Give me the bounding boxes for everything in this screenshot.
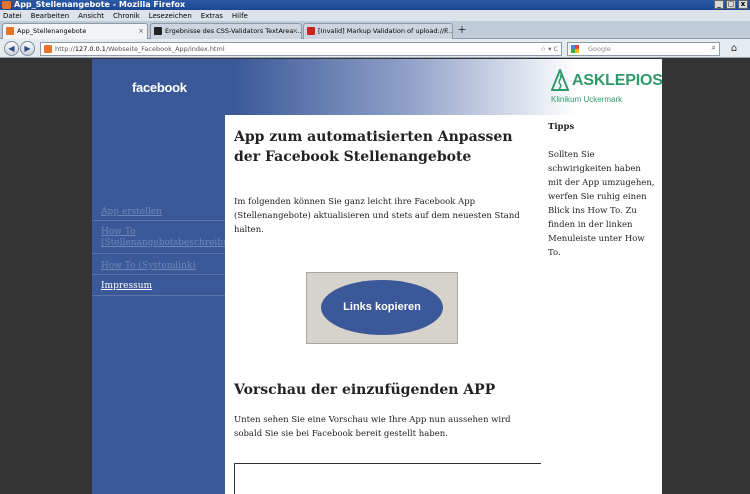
address-bar[interactable]: http://127.0.0.1/Webseite_Facebook_App/i… [40,42,562,56]
left-sidebar: App erstellen How To (Stellenangebotsbes… [92,115,244,494]
tab-app-stellenangebote[interactable]: App_Stellenangebote × [2,23,148,40]
nav-divider [92,274,225,275]
tab-close-icon[interactable]: × [292,24,298,38]
forward-button[interactable]: ▶ [20,41,35,56]
page-favicon-icon [6,27,14,35]
url-host: 127.0.0.1 [74,45,106,53]
search-icon[interactable]: ⌕ [712,42,716,54]
tab-close-icon[interactable]: × [443,24,449,38]
invalid-favicon-icon [307,27,315,35]
url-prefix: http:// [55,45,75,53]
copy-links-button[interactable]: Links kopieren [306,272,458,344]
tab-css-validator[interactable]: Ergebnisse des CSS-Validators TextArea .… [150,23,302,39]
new-tab-button[interactable]: + [454,23,470,38]
page-container: facebook ASKLEPIOS Klinikum Uckermark Ap… [92,59,663,494]
menu-chronik[interactable]: Chronik [113,12,140,20]
nav-link-impressum[interactable]: Impressum [101,281,225,292]
url-path: /Webseite_Facebook_App/index.html [105,45,225,53]
validator-favicon-icon [154,27,162,35]
facebook-logo: facebook [132,80,187,95]
nav-divider [92,220,225,221]
home-button[interactable]: ⌂ [724,42,744,56]
menu-datei[interactable]: Datei [3,12,22,20]
firefox-icon [2,1,11,9]
window-title: App_Stellenangebote - Mozilla Firefox [14,0,186,9]
nav-divider [92,253,225,254]
menu-ansicht[interactable]: Ansicht [78,12,104,20]
asklepios-emblem-icon [551,69,569,91]
page-viewport: facebook ASKLEPIOS Klinikum Uckermark Ap… [0,59,750,494]
nav-link-how-to-stellenangebot[interactable]: How To (Stellenangebotsbeschreibung) [101,227,244,249]
menu-bearbeiten[interactable]: Bearbeiten [31,12,69,20]
tips-text: Sollten Sie schwirigkeiten haben mit der… [548,150,655,258]
page-header: facebook ASKLEPIOS Klinikum Uckermark [92,59,663,115]
tab-label: Ergebnisse des CSS-Validators TextArea .… [165,27,302,35]
page-title: App zum automatisierten Anpassen der Fac… [234,129,513,165]
search-placeholder: Google [588,45,611,53]
navigation-toolbar: ◀ ▶ http://127.0.0.1/Webseite_Facebook_A… [0,39,750,58]
menu-lesezeichen[interactable]: Lesezeichen [149,12,192,20]
asklepios-logo: ASKLEPIOS Klinikum Uckermark [551,69,663,109]
close-window-button[interactable]: x [738,0,748,9]
menu-bar: Datei Bearbeiten Ansicht Chronik Lesezei… [0,10,750,21]
main-content: App zum automatisierten Anpassen der Fac… [225,115,599,494]
copy-links-label: Links kopieren [321,280,443,335]
nav-link-how-to-systemlink[interactable]: How To (Systemlink) [101,261,225,272]
menu-extras[interactable]: Extras [201,12,223,20]
back-button[interactable]: ◀ [4,41,19,56]
preview-heading: Vorschau der einzufügenden APP [234,382,496,398]
minimize-button[interactable]: _ [714,0,724,9]
nav-link-app-erstellen[interactable]: App erstellen [101,207,225,218]
asklepios-subtitle: Klinikum Uckermark [551,95,623,104]
menu-hilfe[interactable]: Hilfe [232,12,248,20]
tips-title: Tipps [548,122,575,132]
window-controls: _ ▢ x [714,0,748,10]
asklepios-name: ASKLEPIOS [572,72,663,89]
window-titlebar: App_Stellenangebote - Mozilla Firefox _ … [0,0,750,10]
tab-label: [Invalid] Markup Validation of upload://… [318,27,453,35]
site-icon [44,45,52,53]
tab-close-icon[interactable]: × [138,24,144,38]
tab-bar: App_Stellenangebote × Ergebnisse des CSS… [0,21,750,40]
maximize-button[interactable]: ▢ [726,0,736,9]
tips-panel: Tipps Sollten Sie schwirigkeiten haben m… [541,115,662,494]
reload-icon[interactable]: ☆ ▾ C [540,43,558,55]
preview-text: Unten sehen Sie eine Vorschau wie Ihre A… [234,415,511,439]
intro-text: Im folgenden können Sie ganz leicht ihre… [234,197,520,235]
tab-label: App_Stellenangebote [17,27,87,35]
google-icon [571,45,579,53]
nav-divider [92,295,225,296]
tab-markup-validation[interactable]: [Invalid] Markup Validation of upload://… [303,23,453,39]
search-input[interactable]: Google ⌕ [567,42,720,56]
